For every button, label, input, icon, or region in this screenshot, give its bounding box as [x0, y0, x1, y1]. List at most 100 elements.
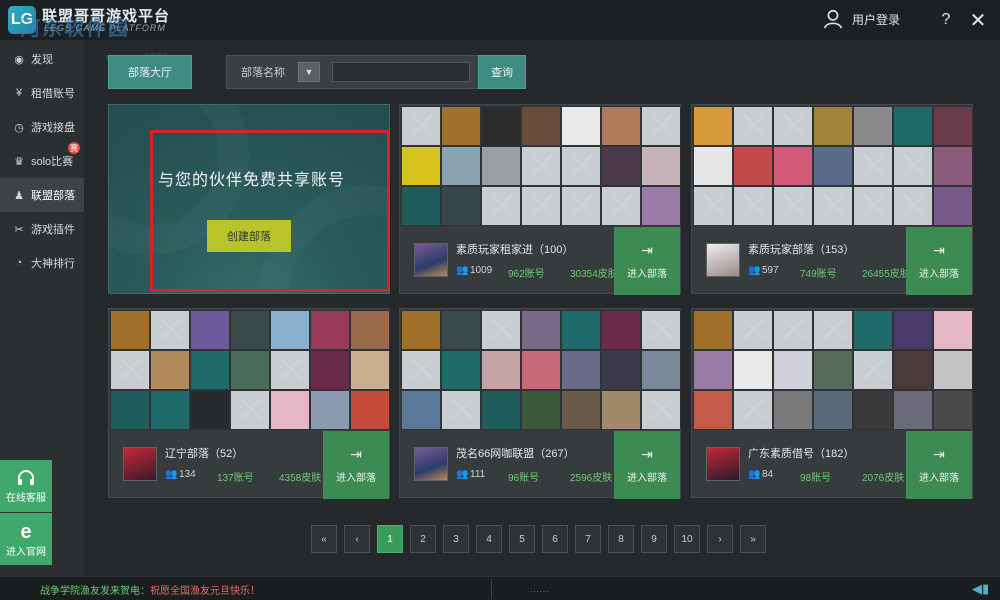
- sidebar-item-label: 游戏接盘: [31, 122, 75, 134]
- eye-icon: ◉: [14, 53, 24, 66]
- people-icon: 👥: [456, 469, 469, 480]
- join-tribe-button[interactable]: ⇥ 进入部落: [906, 431, 972, 499]
- match-badge: 赛: [68, 142, 80, 154]
- help-button[interactable]: ?: [934, 8, 958, 32]
- tribe-name-input[interactable]: [332, 62, 470, 82]
- tribe-stats: 👥 84 98账号 2076皮肤: [748, 469, 904, 484]
- first-page-button[interactable]: «: [311, 525, 337, 553]
- tribe-info: 茂名66网咖联盟（267） 👥 111 96账号 2596皮肤: [400, 431, 614, 499]
- tribe-card: 素质玩家部落（153） 👥 597 749账号 26455皮肤 ⇥ 进入部落: [691, 104, 973, 295]
- member-avatar-grid: [401, 106, 681, 226]
- sound-icon[interactable]: ◀▮: [972, 581, 989, 597]
- headset-icon: [18, 469, 34, 485]
- enter-icon: ⇥: [641, 446, 653, 462]
- tribe-avatar: [123, 447, 157, 481]
- close-button[interactable]: ✕: [966, 8, 990, 32]
- sidebar-item-ranking[interactable]: ◔ 大神排行: [0, 246, 84, 280]
- tribe-avatar: [414, 447, 448, 481]
- sidebar-item-discover[interactable]: ◉ 发现: [0, 42, 84, 76]
- page-button-8[interactable]: 8: [608, 525, 634, 553]
- sidebar-item-plugins[interactable]: ✂ 游戏插件: [0, 212, 84, 246]
- tools-icon: ✂: [14, 223, 24, 236]
- join-tribe-button[interactable]: ⇥ 进入部落: [614, 227, 680, 295]
- tribe-card: 素质玩家租家进（100） 👥 1009 962账号 30354皮肤 ⇥ 进入部落: [399, 104, 681, 295]
- tribe-name: 广东素质借号（182）: [748, 448, 855, 460]
- rank-icon: ◔: [15, 257, 23, 269]
- account-count: 749账号: [800, 269, 837, 280]
- tribe-stats: 👥 111 96账号 2596皮肤: [456, 469, 612, 484]
- last-page-button[interactable]: »: [740, 525, 766, 553]
- official-website-label: 进入官网: [6, 546, 46, 558]
- tribe-stats: 👥 134 137账号 4358皮肤: [165, 469, 321, 484]
- page-button-7[interactable]: 7: [575, 525, 601, 553]
- people-icon: 👥: [165, 469, 178, 480]
- sidebar-item-label: 游戏插件: [31, 224, 75, 236]
- account-count: 137账号: [217, 473, 254, 484]
- member-avatar-grid: [110, 310, 390, 430]
- join-label: 进入部落: [627, 473, 667, 484]
- skin-count: 26455皮肤: [862, 269, 910, 280]
- sidebar-item-game-takeover[interactable]: ◷ 游戏接盘: [0, 110, 84, 144]
- page-button-2[interactable]: 2: [410, 525, 436, 553]
- page-button-4[interactable]: 4: [476, 525, 502, 553]
- page-button-5[interactable]: 5: [509, 525, 535, 553]
- member-avatar-grid: [693, 106, 973, 226]
- sidebar-item-label: 租借账号: [31, 88, 75, 100]
- skin-count: 2076皮肤: [862, 473, 905, 484]
- join-tribe-button[interactable]: ⇥ 进入部落: [614, 431, 680, 499]
- tribe-info: 素质玩家租家进（100） 👥 1009 962账号 30354皮肤: [400, 227, 618, 295]
- yen-icon: ¥: [15, 87, 23, 99]
- chevron-down-icon[interactable]: ▼: [298, 62, 320, 82]
- page-button-3[interactable]: 3: [443, 525, 469, 553]
- sidebar-item-label: solo比赛: [31, 156, 74, 168]
- next-page-button[interactable]: ›: [707, 525, 733, 553]
- sidebar-item-rent-account[interactable]: ¥ 租借账号: [0, 76, 84, 110]
- tribe-info: 素质玩家部落（153） 👥 597 749账号 26455皮肤: [692, 227, 910, 295]
- browser-icon: e: [20, 520, 32, 543]
- trophy-icon: ♛: [14, 155, 24, 168]
- people-icon: 👥: [748, 265, 761, 276]
- tribe-name-label: 部落名称: [241, 67, 285, 79]
- account-count: 98账号: [800, 473, 832, 484]
- status-bar: 战争学院渔友发来贺电：祝愿全国渔友元旦快乐！ ...... ◀▮: [0, 576, 1000, 600]
- highlight-frame: [150, 130, 390, 292]
- people-icon: 👥: [748, 469, 761, 480]
- join-tribe-button[interactable]: ⇥ 进入部落: [323, 431, 389, 499]
- tribe-avatar: [706, 447, 740, 481]
- tribe-info: 广东素质借号（182） 👥 84 98账号 2076皮肤: [692, 431, 906, 499]
- user-login-button[interactable]: 用户登录: [822, 8, 900, 30]
- page-button-10[interactable]: 10: [674, 525, 700, 553]
- tribe-name: 素质玩家部落（153）: [748, 244, 855, 256]
- tribe-name: 茂名66网咖联盟（267）: [456, 448, 575, 460]
- page-button-1[interactable]: 1: [377, 525, 403, 553]
- online-service-button[interactable]: 在线客服: [0, 460, 52, 512]
- pagination: « ‹ 1 2 3 4 5 6 7 8 9 10 › »: [311, 525, 766, 553]
- sidebar-item-label: 联盟部落: [31, 190, 75, 202]
- prev-page-button[interactable]: ‹: [344, 525, 370, 553]
- enter-icon: ⇥: [933, 242, 945, 258]
- query-button[interactable]: 查询: [478, 55, 526, 89]
- member-avatar-grid: [401, 310, 681, 430]
- account-count: 96账号: [508, 473, 540, 484]
- tribe-lobby-button[interactable]: 部落大厅: [108, 55, 192, 89]
- enter-icon: ⇥: [933, 446, 945, 462]
- tribe-name: 辽宁部落（52）: [165, 448, 244, 460]
- create-tribe-button[interactable]: 创建部落: [207, 220, 291, 252]
- tribe-card: 广东素质借号（182） 👥 84 98账号 2076皮肤 ⇥ 进入部落: [691, 308, 973, 499]
- sidebar-item-tribe[interactable]: ♟ 联盟部落: [0, 178, 84, 212]
- user-icon: [823, 9, 843, 29]
- app-window: LG 联盟哥哥游戏平台 LEGS GAME PLATFORM 用户登录 ? ✕ …: [0, 0, 1000, 600]
- tribe-stats: 👥 597 749账号 26455皮肤: [748, 265, 910, 280]
- resize-grip[interactable]: ......: [530, 585, 549, 594]
- app-logo: LG: [8, 6, 36, 34]
- enter-icon: ⇥: [350, 446, 362, 462]
- official-website-button[interactable]: e 进入官网: [0, 513, 52, 565]
- skin-count: 30354皮肤: [570, 269, 618, 280]
- join-label: 进入部落: [919, 473, 959, 484]
- page-button-6[interactable]: 6: [542, 525, 568, 553]
- account-count: 962账号: [508, 269, 545, 280]
- join-tribe-button[interactable]: ⇥ 进入部落: [906, 227, 972, 295]
- page-button-9[interactable]: 9: [641, 525, 667, 553]
- sidebar: ◉ 发现 ¥ 租借账号 ◷ 游戏接盘 ♛ solo比赛 赛 ♟ 联盟部落 ✂ 游…: [0, 40, 84, 576]
- sidebar-item-solo-match[interactable]: ♛ solo比赛 赛: [0, 142, 84, 178]
